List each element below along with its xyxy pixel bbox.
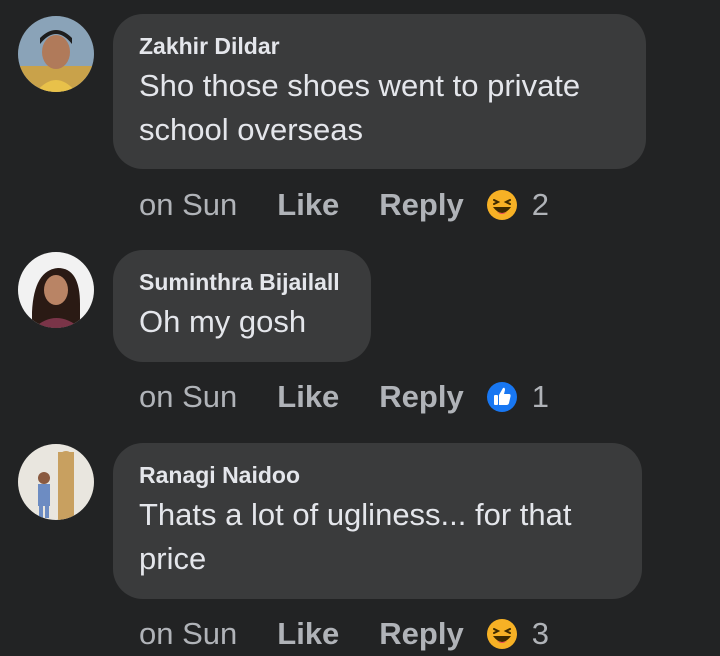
- like-button[interactable]: Like: [277, 379, 339, 415]
- comment-timestamp[interactable]: on Sun: [139, 187, 237, 223]
- avatar[interactable]: [18, 16, 94, 92]
- comment-author[interactable]: Suminthra Bijailall: [139, 268, 345, 296]
- reply-button[interactable]: Reply: [379, 616, 463, 652]
- reaction-summary[interactable]: 2: [486, 187, 549, 223]
- reaction-count: 1: [531, 379, 549, 414]
- avatar[interactable]: [18, 252, 94, 328]
- haha-icon: [486, 190, 517, 220]
- comment-text-line: Thats a lot of ugliness... for that: [139, 497, 572, 532]
- reply-button[interactable]: Reply: [379, 187, 463, 223]
- comment-actions: on Sun Like Reply 1: [139, 375, 549, 419]
- comment-text-line: Sho those shoes went to private: [139, 68, 581, 103]
- like-button[interactable]: Like: [277, 187, 339, 223]
- haha-icon: [486, 619, 517, 649]
- comment-actions: on Sun Like Reply 2: [139, 183, 549, 227]
- comment-bubble: Ranagi Naidoo Thats a lot of ugliness...…: [113, 443, 642, 599]
- reply-button[interactable]: Reply: [379, 379, 463, 415]
- comment-author[interactable]: Ranagi Naidoo: [139, 461, 616, 489]
- comment-bubble: Zakhir Dildar Sho those shoes went to pr…: [113, 14, 646, 169]
- reaction-summary[interactable]: 1: [486, 379, 549, 415]
- comment-text: Sho those shoes went to private school o…: [139, 64, 620, 152]
- reaction-count: 3: [531, 616, 549, 651]
- comment-author[interactable]: Zakhir Dildar: [139, 32, 620, 60]
- like-thumb-icon: [486, 382, 517, 412]
- comment-bubble: Suminthra Bijailall Oh my gosh: [113, 250, 371, 362]
- comment-actions: on Sun Like Reply 3: [139, 612, 549, 656]
- comment-timestamp[interactable]: on Sun: [139, 616, 237, 652]
- avatar[interactable]: [18, 444, 94, 520]
- comment-text-line: school overseas: [139, 112, 364, 147]
- comment-text: Thats a lot of ugliness... for that pric…: [139, 493, 616, 581]
- comment-text-line: price: [139, 541, 207, 576]
- reaction-summary[interactable]: 3: [486, 616, 549, 652]
- comment-timestamp[interactable]: on Sun: [139, 379, 237, 415]
- reaction-count: 2: [531, 187, 549, 222]
- comment-text-line: Oh my gosh: [139, 304, 307, 339]
- like-button[interactable]: Like: [277, 616, 339, 652]
- comment-text: Oh my gosh: [139, 300, 345, 344]
